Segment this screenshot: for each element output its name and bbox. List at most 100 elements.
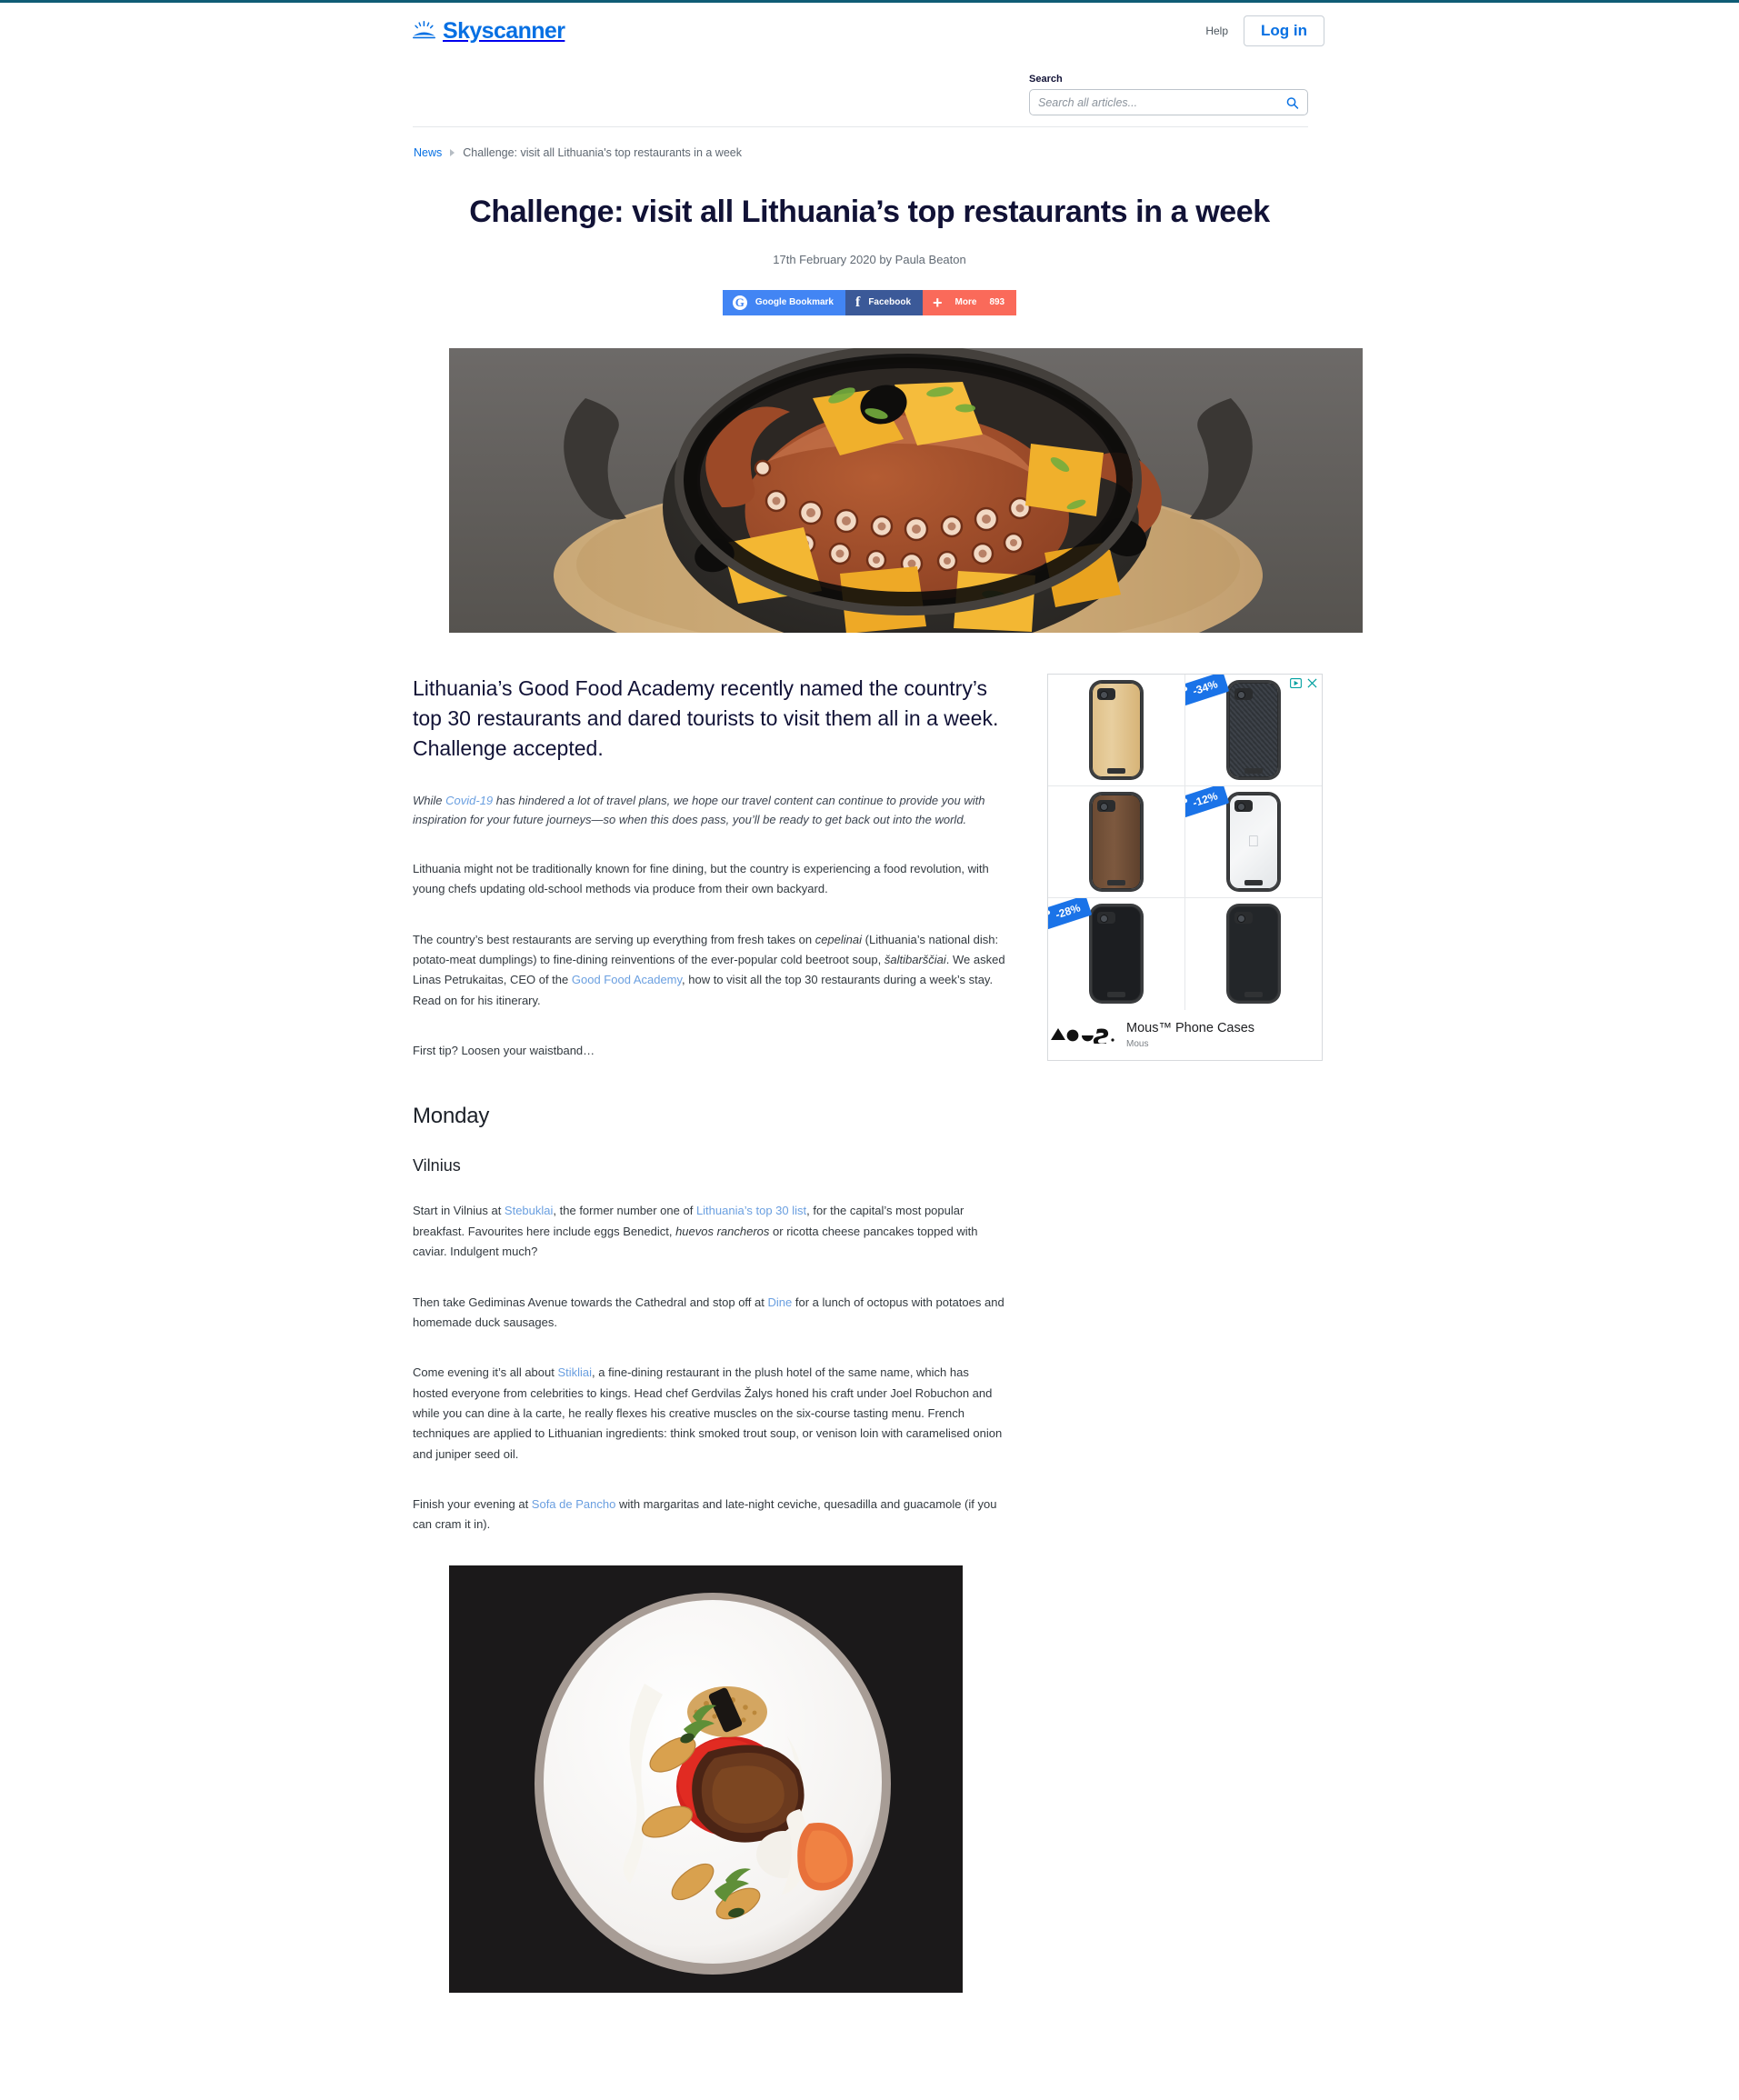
ad-product-cell[interactable] <box>1185 898 1323 1010</box>
ad-product-cell[interactable]: -34% <box>1184 674 1322 786</box>
ad-product-cell[interactable]: -12%  <box>1184 785 1322 898</box>
para4-b: , the former number one of <box>553 1204 696 1218</box>
breadcrumb-current: Challenge: visit all Lithuania's top res… <box>463 146 742 159</box>
ad-title: Mous™ Phone Cases <box>1126 1020 1255 1035</box>
facebook-icon: f <box>855 294 861 310</box>
site-header: Skyscanner Help Log in <box>413 3 1326 59</box>
search-area: Search <box>413 59 1326 115</box>
phone-case-carbon <box>1228 682 1278 777</box>
paragraph-6: Come evening it’s all about Stikliai, a … <box>413 1363 1005 1465</box>
stebuklai-link[interactable]: Stebuklai <box>505 1204 553 1217</box>
paragraph-2: The country’s best restaurants are servi… <box>413 930 1005 1011</box>
brand-chip <box>1106 992 1125 998</box>
phone-case-leather <box>1091 906 1141 1002</box>
phone-case-walnut <box>1091 794 1141 889</box>
lithuania-top-30-link[interactable]: Lithuania’s top 30 list <box>696 1204 806 1217</box>
para5-a: Then take Gediminas Avenue towards the C… <box>413 1295 768 1309</box>
brand-chip <box>1106 879 1125 885</box>
logo-wordmark: Skyscanner <box>443 17 565 44</box>
paragraph-7: Finish your evening at Sofa de Pancho wi… <box>413 1495 1005 1535</box>
search-input[interactable] <box>1030 95 1307 109</box>
good-food-academy-link[interactable]: Good Food Academy <box>572 973 682 986</box>
ad-text-block: Mous™ Phone Cases Mous <box>1126 1020 1254 1049</box>
share-google-bookmark-button[interactable]: G Google Bookmark <box>722 289 845 315</box>
city-heading-vilnius: Vilnius <box>413 1156 461 1175</box>
camera-icon <box>1234 912 1253 925</box>
breadcrumb-news[interactable]: News <box>414 146 442 159</box>
inline-image <box>449 1565 963 1993</box>
share-more-button[interactable]: + More 893 <box>923 289 1017 315</box>
adchoices-icon[interactable] <box>1290 677 1302 688</box>
brand-chip <box>1244 879 1263 885</box>
octopus-dish-photo <box>449 347 1363 633</box>
share-google-label: Google Bookmark <box>755 296 834 307</box>
share-more-label: More <box>954 296 977 307</box>
chevron-right-icon <box>450 149 455 156</box>
article-lede: Lithuania’s Good Food Academy recently n… <box>413 675 999 761</box>
para4-huevos: huevos rancheros <box>675 1224 770 1238</box>
search-field[interactable] <box>1029 89 1308 115</box>
ad-controls <box>1290 677 1317 688</box>
brand-chip <box>1106 767 1125 774</box>
search-box: Search <box>1029 74 1308 115</box>
stikliai-link[interactable]: Stikliai <box>557 1365 592 1379</box>
article-content: Lithuania’s Good Food Academy recently n… <box>413 674 1005 2007</box>
breadcrumb: News Challenge: visit all Lithuania's to… <box>413 127 1326 159</box>
sidebar: -34% -12% -28% Mous™ Phone Cases Mous <box>1047 673 1323 1061</box>
sunrise-logo-icon <box>413 21 435 39</box>
discount-badge: -28% <box>1048 897 1093 930</box>
covid-19-link[interactable]: Covid-19 <box>445 794 493 807</box>
plated-dish-photo <box>449 1565 963 1993</box>
para2-saltibarsciai: šaltibarščiai <box>884 953 946 966</box>
mous-logo-icon <box>1051 1027 1114 1044</box>
camera-icon <box>1096 687 1115 700</box>
para2-cepelinai: cepelinai <box>815 932 863 946</box>
share-facebook-button[interactable]: f Facebook <box>845 289 924 315</box>
para6-a: Come evening it’s all about <box>413 1365 558 1380</box>
covid-note-post: has hindered a lot of travel plans, we h… <box>413 793 985 826</box>
page-container: Skyscanner Help Log in Search News Chall… <box>413 3 1363 2007</box>
para7-a: Finish your evening at <box>413 1497 532 1512</box>
day-heading-monday: Monday <box>413 1104 490 1129</box>
dine-link[interactable]: Dine <box>768 1295 793 1309</box>
sofa-de-pancho-link[interactable]: Sofa de Pancho <box>532 1497 616 1511</box>
phone-case-black <box>1228 906 1278 1002</box>
close-icon[interactable] <box>1307 678 1317 688</box>
brand-chip <box>1244 992 1263 998</box>
brand-chip <box>1244 767 1263 774</box>
hero-image <box>449 347 1363 633</box>
help-link[interactable]: Help <box>1205 25 1228 37</box>
camera-icon <box>1234 799 1253 812</box>
share-count: 893 <box>989 296 1005 307</box>
para4-a: Start in Vilnius at <box>413 1204 505 1218</box>
para6-b: , a fine-dining restaurant in the plush … <box>413 1365 1003 1461</box>
apple-logo-icon:  <box>1247 834 1259 849</box>
ad-product-cell[interactable]: -28% <box>1048 897 1185 1010</box>
ad-product-grid: -34% -12% -28% <box>1048 674 1323 1010</box>
header-actions: Help Log in <box>1205 15 1324 46</box>
covid-note: While Covid-19 has hindered a lot of tra… <box>413 791 1005 829</box>
article-body-layout: Lithuania’s Good Food Academy recently n… <box>413 673 1326 2007</box>
ad-product-cell[interactable] <box>1048 674 1185 786</box>
discount-badge: -34% <box>1184 674 1229 706</box>
share-facebook-label: Facebook <box>868 296 912 307</box>
share-buttons: G Google Bookmark f Facebook + More 893 <box>413 289 1326 315</box>
camera-icon <box>1096 912 1115 925</box>
search-icon[interactable] <box>1285 95 1299 109</box>
skyscanner-logo[interactable]: Skyscanner <box>413 17 565 44</box>
paragraph-5: Then take Gediminas Avenue towards the C… <box>413 1293 1005 1334</box>
google-icon: G <box>732 295 747 310</box>
para2-a: The country’s best restaurants are servi… <box>413 932 815 946</box>
login-button[interactable]: Log in <box>1244 15 1324 46</box>
search-label: Search <box>1029 74 1063 85</box>
ad-product-cell[interactable] <box>1048 785 1185 898</box>
advertisement[interactable]: -34% -12% -28% Mous™ Phone Cases Mous <box>1047 673 1323 1061</box>
paragraph-1: Lithuania might not be traditionally kno… <box>413 861 989 896</box>
ad-footer[interactable]: Mous™ Phone Cases Mous <box>1048 1010 1322 1060</box>
camera-icon <box>1096 799 1115 812</box>
plus-icon: + <box>933 293 943 312</box>
covid-note-pre: While <box>413 793 446 807</box>
article-byline: 17th February 2020 by Paula Beaton <box>773 252 966 266</box>
phone-case-clear:  <box>1228 794 1278 889</box>
discount-badge: -12% <box>1184 785 1229 818</box>
